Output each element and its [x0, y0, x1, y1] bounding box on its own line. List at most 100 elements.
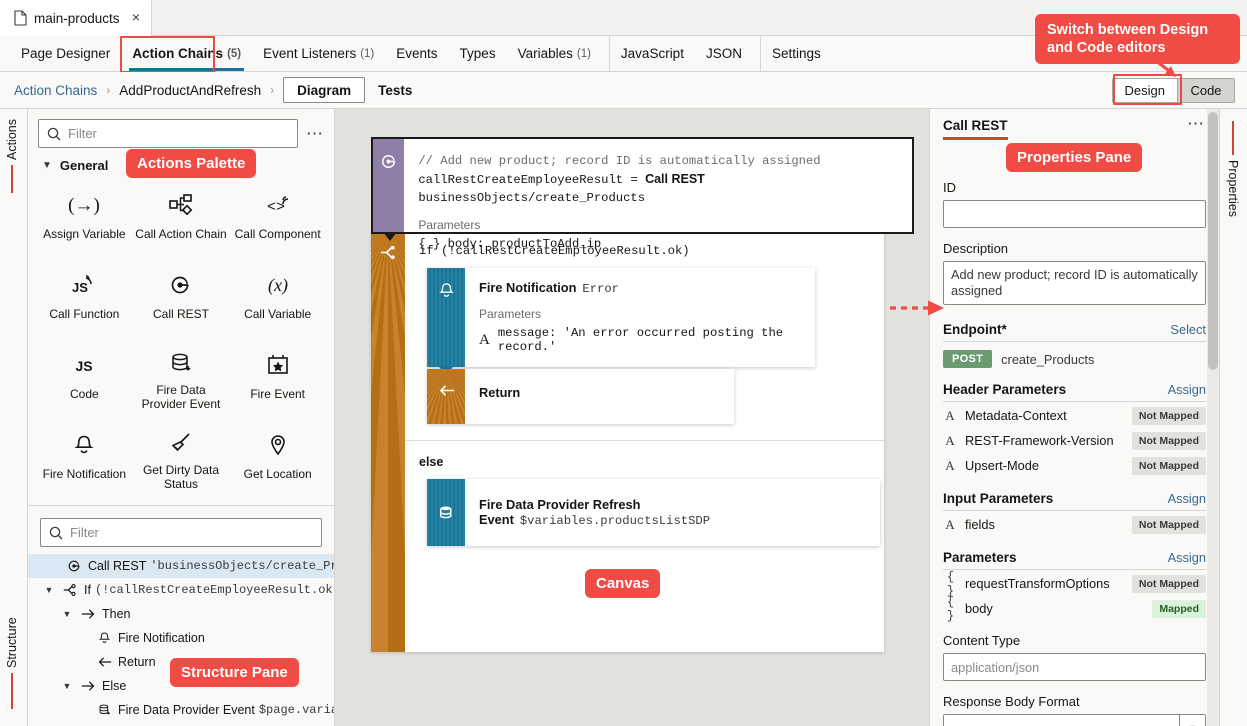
param-row-upsert-mode[interactable]: A Upsert-Mode Not Mapped	[943, 454, 1206, 477]
palette-filter-input[interactable]	[68, 126, 289, 141]
structure-filter-bar	[28, 506, 334, 547]
string-type-icon: A	[943, 458, 957, 474]
chevron-down-icon[interactable]: ▼	[1179, 715, 1205, 726]
palette-item-get-dirty-data-status[interactable]: Get Dirty Data Status	[133, 421, 230, 499]
diagram-node-fire-notification[interactable]: Fire NotificationError Parameters A mess…	[427, 268, 815, 367]
param-row-request-transform-options[interactable]: { } requestTransformOptions Not Mapped	[943, 572, 1206, 595]
tab-label: Page Designer	[21, 46, 110, 61]
node-code-line: callRestCreateEmployeeResult = Call REST…	[418, 170, 898, 207]
node-title: Return	[479, 385, 720, 400]
header-params-assign-link[interactable]: Assign	[1168, 382, 1206, 397]
rail-tab-structure[interactable]: Structure	[5, 617, 19, 709]
file-tab-main-products[interactable]: main-products ×	[0, 0, 152, 36]
tree-row-fire-notification[interactable]: Fire Notification	[28, 626, 334, 650]
palette-overflow-icon[interactable]: ⋯	[304, 128, 326, 140]
palette-filter-bar: ⋯	[28, 109, 334, 148]
node-content: Return	[465, 369, 734, 424]
palette-item-call-component[interactable]: <> Call Component	[229, 181, 326, 259]
tab-types[interactable]: Types	[449, 36, 507, 71]
content-type-input[interactable]	[943, 653, 1206, 681]
palette-item-call-variable[interactable]: (x) Call Variable	[229, 261, 326, 339]
param-row-fields[interactable]: A fields Not Mapped	[943, 513, 1206, 536]
if-icon	[60, 583, 80, 597]
palette-item-call-function[interactable]: JS Call Function	[36, 261, 133, 339]
tab-events[interactable]: Events	[385, 36, 448, 71]
input-params-assign-link[interactable]: Assign	[1168, 491, 1206, 506]
rail-accent	[11, 165, 13, 193]
palette-item-fire-event[interactable]: Fire Event	[229, 341, 326, 419]
tree-row-fire-data-provider-event[interactable]: Fire Data Provider Event $page.variables…	[28, 698, 334, 722]
structure-filter-input[interactable]	[70, 525, 313, 540]
diagram-node-fire-data-provider-refresh-event[interactable]: Fire Data Provider Refresh Event$variabl…	[427, 479, 880, 546]
palette-item-fire-notification[interactable]: Fire Notification	[36, 421, 133, 499]
chevron-down-icon[interactable]: ▼	[42, 585, 56, 595]
response-body-format-input[interactable]	[943, 714, 1206, 726]
palette-item-fire-data-provider-event[interactable]: Fire Data Provider Event	[133, 341, 230, 419]
tree-row-then[interactable]: ▼ Then	[28, 602, 334, 626]
response-body-format-select[interactable]: ▼	[943, 714, 1206, 726]
breadcrumb-root[interactable]: Action Chains	[14, 83, 97, 98]
return-icon	[438, 383, 455, 398]
required-marker: *	[1001, 322, 1006, 337]
id-input[interactable]	[943, 200, 1206, 228]
tab-event-listeners[interactable]: Event Listeners (1)	[252, 36, 385, 71]
tab-action-chains[interactable]: Action Chains (5)	[121, 36, 252, 71]
chevron-down-icon[interactable]: ▼	[60, 681, 74, 691]
palette-item-label: Fire Data Provider Event	[135, 383, 228, 411]
breadcrumb-chain[interactable]: AddProductAndRefresh	[119, 83, 261, 98]
status-badge: Not Mapped	[1132, 516, 1206, 534]
diagram-node-call-rest[interactable]: // Add new product; record ID is automat…	[371, 137, 914, 234]
description-label: Description	[943, 241, 1206, 256]
tab-count: (5)	[227, 48, 241, 60]
node-color-bar	[427, 369, 465, 424]
properties-overflow-icon[interactable]: ⋯	[1185, 118, 1207, 130]
tab-settings[interactable]: Settings	[760, 36, 832, 71]
tab-label: Types	[460, 46, 496, 61]
structure-search-box[interactable]	[40, 518, 322, 547]
palette-item-code[interactable]: JS Code	[36, 341, 133, 419]
left-rail: Actions Structure	[0, 109, 28, 726]
diagram-node-return[interactable]: Return	[427, 369, 734, 424]
get-dirty-data-status-icon	[169, 432, 193, 454]
tab-page-designer[interactable]: Page Designer	[10, 36, 121, 71]
design-button[interactable]: Design	[1112, 78, 1177, 103]
tab-json[interactable]: JSON	[695, 36, 753, 71]
palette-item-assign-variable[interactable]: (→) Assign Variable	[36, 181, 133, 259]
breadcrumb-bar: Action Chains › AddProductAndRefresh › D…	[0, 72, 1247, 109]
properties-header: Call REST ⋯	[930, 109, 1219, 140]
view-button-diagram[interactable]: Diagram	[283, 77, 365, 103]
diagram-canvas[interactable]: // Add new product; record ID is automat…	[336, 109, 929, 726]
param-row-rest-framework-version[interactable]: A REST-Framework-Version Not Mapped	[943, 429, 1206, 452]
endpoint-select-link[interactable]: Select	[1170, 322, 1206, 337]
tab-javascript[interactable]: JavaScript	[609, 36, 695, 71]
param-row-metadata-context[interactable]: A Metadata-Context Not Mapped	[943, 404, 1206, 427]
chevron-down-icon[interactable]: ▼	[60, 609, 74, 619]
palette-item-call-action-chain[interactable]: Call Action Chain	[133, 181, 230, 259]
palette-item-get-location[interactable]: Get Location	[229, 421, 326, 499]
tab-count: (1)	[360, 48, 374, 60]
node-param-text: body: productToAdd_ip	[448, 237, 602, 251]
properties-scrollbar-track[interactable]	[1207, 109, 1219, 726]
main-body: Actions Structure ⋯	[0, 109, 1247, 726]
node-subtitle: Error	[582, 282, 619, 296]
description-textarea[interactable]	[943, 261, 1206, 305]
tab-variables[interactable]: Variables (1)	[507, 36, 602, 71]
tab-label: JavaScript	[621, 46, 684, 61]
rail-tab-properties[interactable]: Properties	[1226, 121, 1240, 217]
view-button-tests[interactable]: Tests	[365, 77, 425, 103]
palette-item-call-rest[interactable]: Call REST	[133, 261, 230, 339]
param-row-body[interactable]: { } body Mapped	[943, 597, 1206, 620]
fire-notification-icon	[73, 432, 95, 458]
tree-row-call-rest[interactable]: Call REST 'businessObjects/create_Produc…	[28, 554, 334, 578]
palette-item-label: Code	[70, 387, 99, 401]
palette-item-label: Fire Event	[250, 387, 305, 401]
code-button[interactable]: Code	[1177, 78, 1235, 103]
close-icon[interactable]: ×	[129, 11, 143, 25]
palette-search-box[interactable]	[38, 119, 298, 148]
node-content: // Add new product; record ID is automat…	[404, 139, 912, 232]
endpoint-value-row[interactable]: POST create_Products	[943, 350, 1206, 368]
rail-tab-actions[interactable]: Actions	[5, 119, 19, 193]
tree-row-if[interactable]: ▼ If (!callRestCreateEmployeeResult.ok)	[28, 578, 334, 602]
parameters-assign-link[interactable]: Assign	[1168, 550, 1206, 565]
properties-scrollbar-thumb[interactable]	[1208, 112, 1218, 370]
